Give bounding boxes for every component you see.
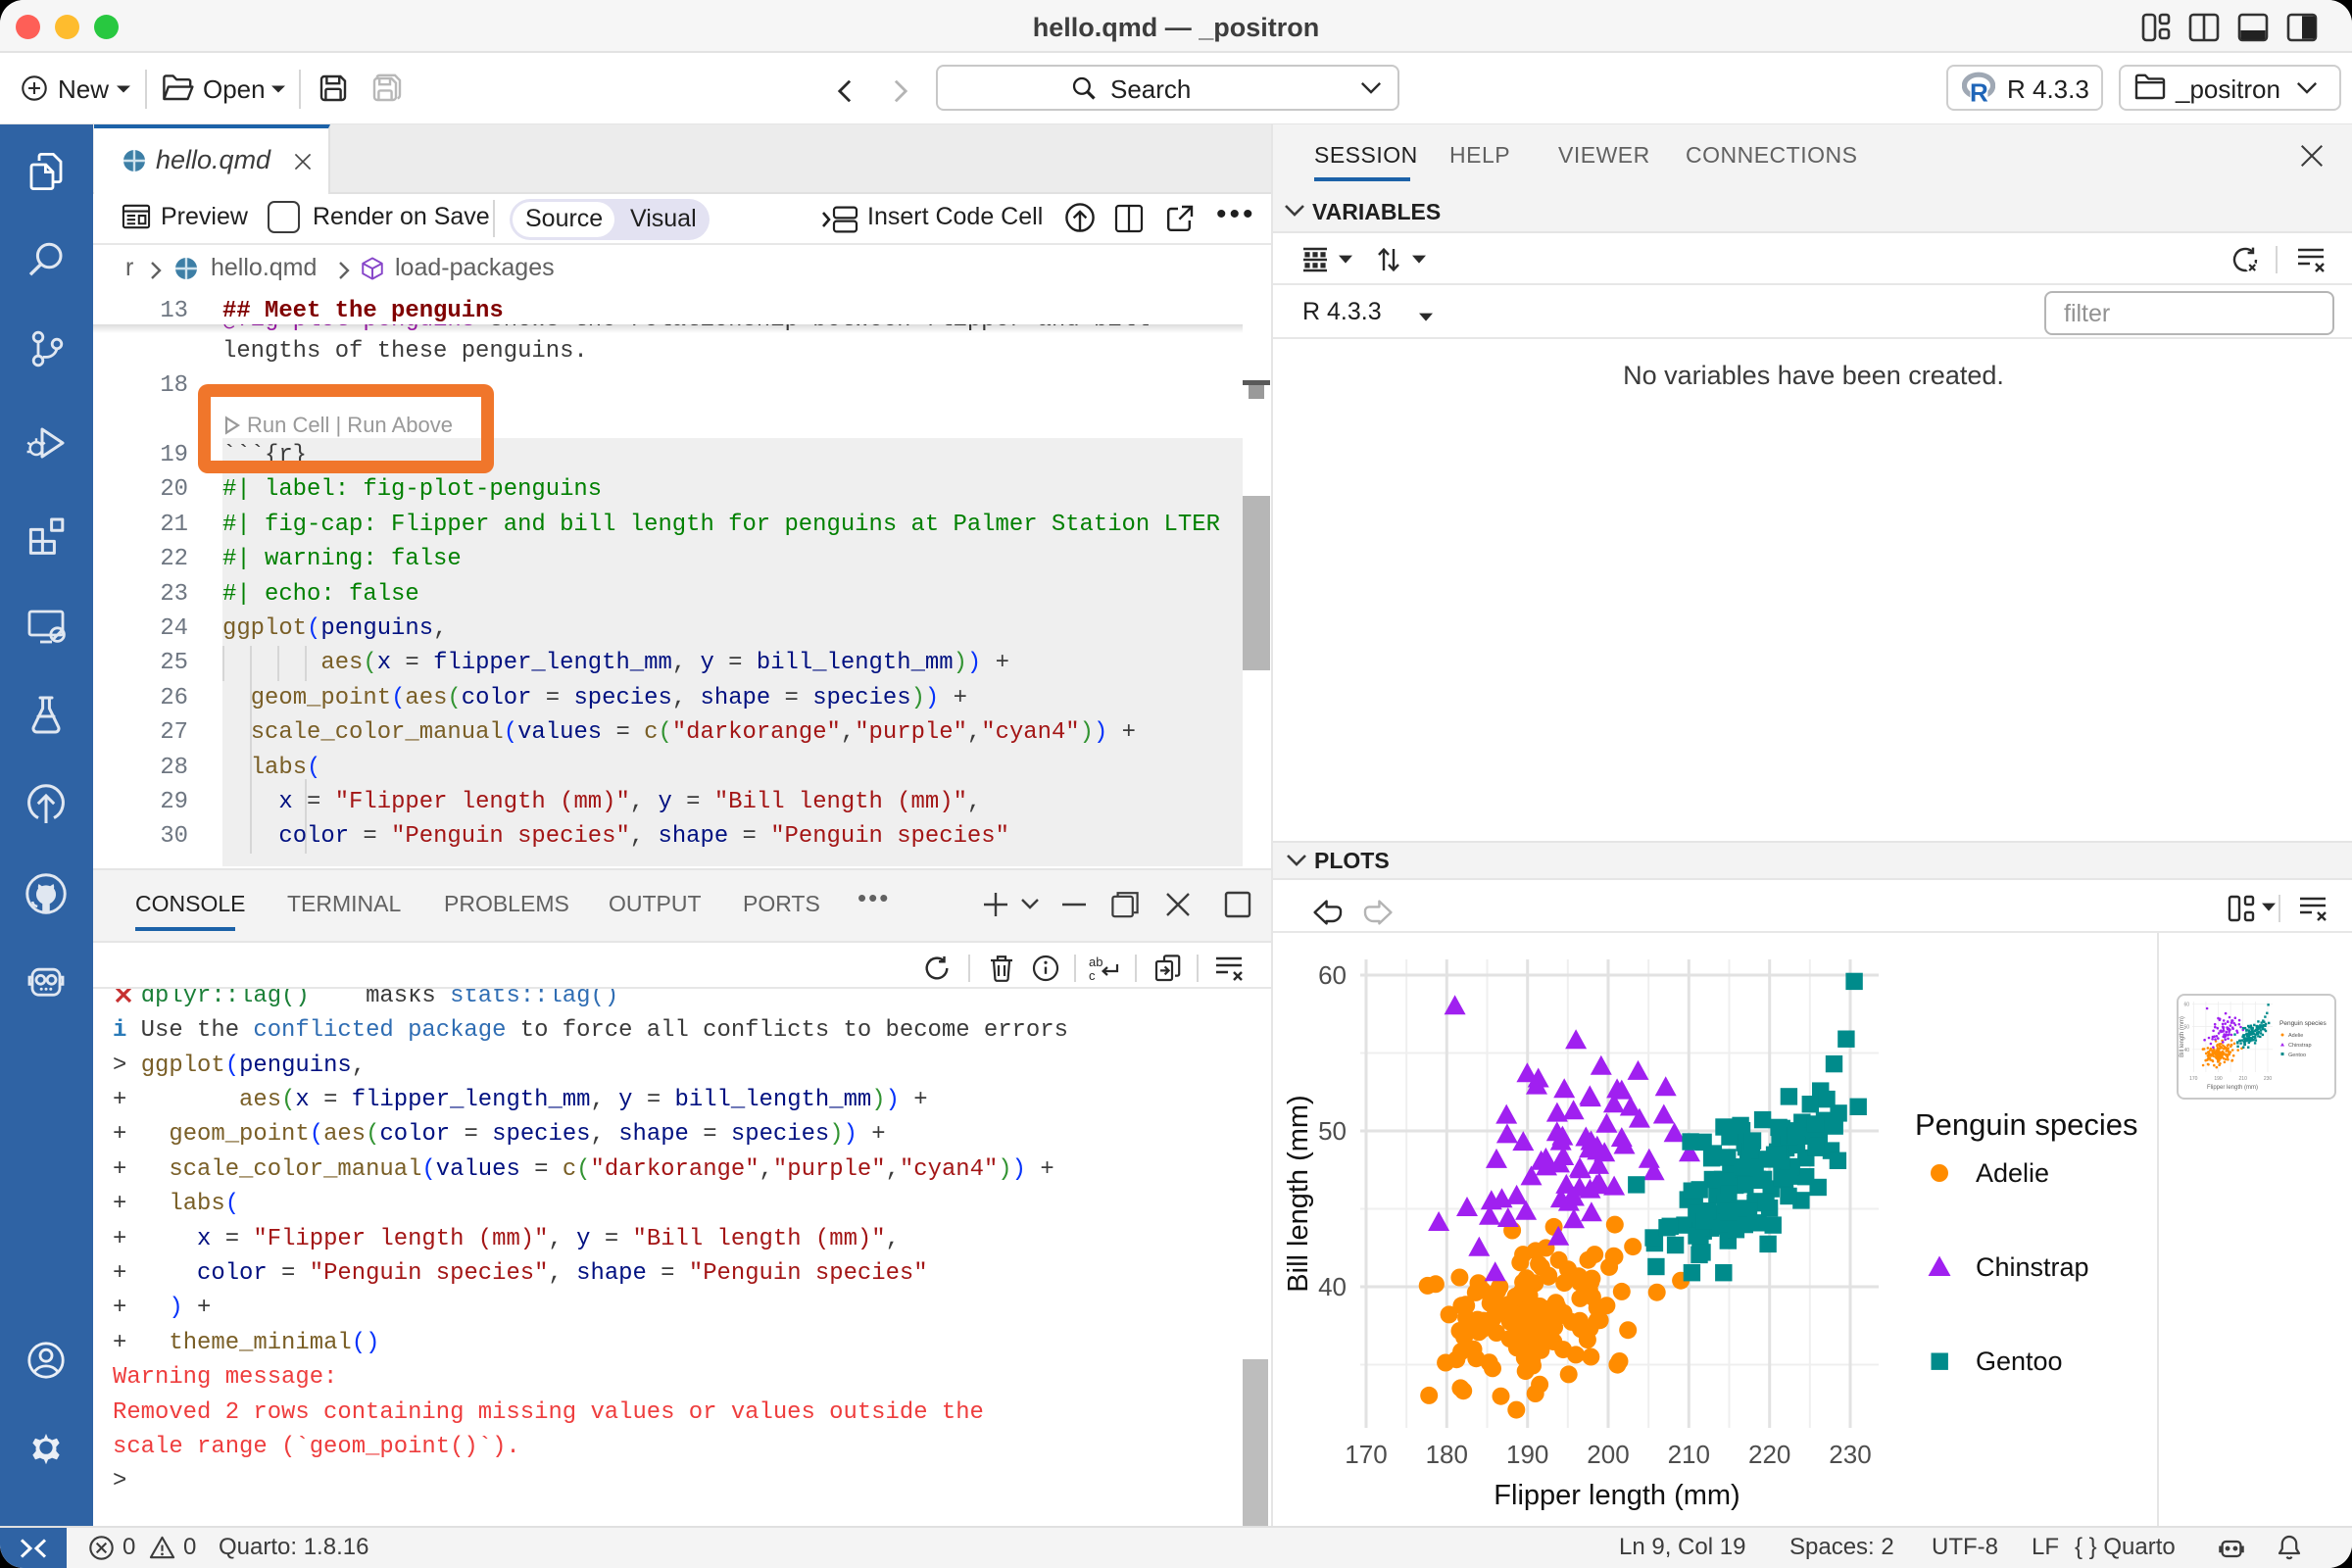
svg-text:190: 190: [2214, 1076, 2223, 1082]
svg-text:180: 180: [1426, 1440, 1468, 1469]
svg-text:Flipper length (mm): Flipper length (mm): [1494, 1480, 1740, 1511]
svg-text:Adelie: Adelie: [1976, 1158, 2049, 1188]
svg-text:c: c: [1089, 968, 1096, 983]
svg-text:Gentoo: Gentoo: [2288, 1053, 2306, 1058]
svg-text:Gentoo: Gentoo: [1976, 1347, 2063, 1376]
svg-text:210: 210: [1668, 1440, 1710, 1469]
svg-text:Flipper length (mm): Flipper length (mm): [2207, 1085, 2258, 1091]
svg-text:230: 230: [1829, 1440, 1871, 1469]
svg-text:50: 50: [1318, 1116, 1347, 1146]
svg-text:Penguin species: Penguin species: [1915, 1107, 2138, 1142]
svg-text:Chinstrap: Chinstrap: [1976, 1252, 2089, 1282]
svg-text:Penguin species: Penguin species: [2279, 1020, 2327, 1027]
svg-text:170: 170: [2189, 1076, 2198, 1082]
svg-text:Bill length (mm): Bill length (mm): [2180, 1016, 2185, 1057]
svg-text:220: 220: [1748, 1440, 1790, 1469]
svg-text:170: 170: [1345, 1440, 1387, 1469]
svg-text:230: 230: [2264, 1076, 2273, 1082]
svg-text:Adelie: Adelie: [2288, 1033, 2303, 1039]
svg-text:R: R: [1970, 77, 1988, 103]
svg-text:60: 60: [1318, 960, 1347, 990]
svg-text:Chinstrap: Chinstrap: [2288, 1043, 2312, 1049]
svg-text:60: 60: [2183, 1002, 2189, 1007]
svg-text:190: 190: [1506, 1440, 1548, 1469]
svg-text:40: 40: [1318, 1272, 1347, 1301]
svg-text:210: 210: [2239, 1076, 2248, 1082]
svg-text:ab: ab: [1089, 955, 1102, 969]
svg-text:200: 200: [1587, 1440, 1629, 1469]
svg-text:Bill length (mm): Bill length (mm): [1283, 1095, 1314, 1292]
